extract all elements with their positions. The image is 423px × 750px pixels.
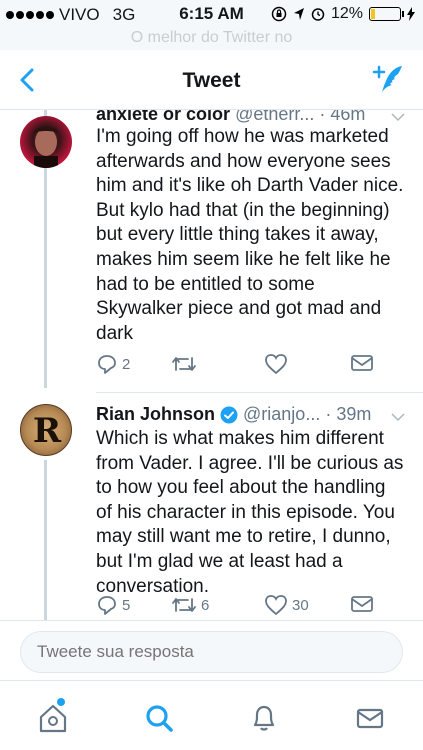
tweet[interactable]: R Rian Johnson @rianjo... · 39m Which is… xyxy=(0,392,423,620)
avatar[interactable] xyxy=(20,116,72,168)
reply-button[interactable]: 2 xyxy=(96,353,130,375)
tweet[interactable]: anxiete or color @etherr... · 46m I'm go… xyxy=(0,110,423,388)
tweet-time: · 46m xyxy=(319,110,366,124)
avatar-letter: R xyxy=(32,411,62,451)
reply-count: 2 xyxy=(122,355,131,373)
lock-rotation-icon xyxy=(271,6,287,22)
status-right: 12% xyxy=(271,5,415,23)
reply-icon xyxy=(98,596,116,615)
tweet-thread: anxiete or color @etherr... · 46m I'm go… xyxy=(0,110,423,620)
retweet-count: 6 xyxy=(201,596,210,614)
location-icon xyxy=(293,8,304,20)
charging-icon xyxy=(407,7,415,21)
author-name[interactable]: anxiete or color xyxy=(96,110,230,124)
verified-badge-icon xyxy=(220,406,238,423)
status-bar: VIVO 3G 6:15 AM 12% xyxy=(0,0,423,28)
message-button[interactable] xyxy=(350,353,374,373)
reply-count: 5 xyxy=(122,596,131,614)
home-icon xyxy=(39,704,67,733)
like-button[interactable]: 30 xyxy=(264,594,309,616)
tweet-time: · 39m xyxy=(325,404,372,424)
heart-icon xyxy=(265,354,287,375)
compose-tweet-icon[interactable] xyxy=(371,64,405,94)
messages-icon xyxy=(356,708,384,729)
reply-icon xyxy=(98,355,116,374)
avatar[interactable]: R xyxy=(20,404,72,456)
tab-bar xyxy=(0,680,423,750)
battery-icon xyxy=(369,7,404,21)
notifications-icon xyxy=(253,705,275,731)
tab-messages[interactable] xyxy=(353,701,387,735)
tweet-actions: 2 xyxy=(96,353,386,377)
author-name[interactable]: Rian Johnson xyxy=(96,404,215,425)
like-count: 30 xyxy=(292,596,309,614)
reply-button[interactable]: 5 xyxy=(96,594,130,616)
envelope-icon xyxy=(351,596,373,612)
tweet-text: I'm going off how he was marketed afterw… xyxy=(96,126,404,344)
message-button[interactable] xyxy=(350,594,374,614)
heart-icon xyxy=(265,595,287,616)
tweet-actions: 5 6 30 xyxy=(96,594,386,618)
author-handle[interactable]: @etherr... xyxy=(235,110,314,124)
like-button[interactable] xyxy=(264,353,292,375)
tweet-text: Which is what makes him different from V… xyxy=(96,428,404,597)
chevron-down-icon[interactable] xyxy=(391,112,405,122)
page-title: Tweet xyxy=(182,69,241,92)
tab-notifications[interactable] xyxy=(247,701,281,735)
retweet-button[interactable]: 6 xyxy=(171,594,209,616)
tab-search[interactable] xyxy=(142,701,176,735)
chevron-down-icon[interactable] xyxy=(391,412,405,422)
envelope-icon xyxy=(351,355,373,371)
tab-home[interactable] xyxy=(36,698,70,735)
author-handle[interactable]: @rianjo... xyxy=(243,404,320,425)
search-icon xyxy=(146,705,173,732)
retweet-icon xyxy=(172,357,196,371)
tweet-header: anxiete or color @etherr... · 46m xyxy=(96,110,409,125)
reply-input[interactable] xyxy=(20,631,403,673)
tweet-header: Rian Johnson @rianjo... · 39m xyxy=(96,404,409,425)
banner-text: O melhor do Twitter no xyxy=(0,28,423,50)
notification-dot xyxy=(57,698,65,706)
alarm-icon xyxy=(311,8,325,21)
retweet-button[interactable] xyxy=(171,353,201,375)
reply-bar xyxy=(0,620,423,680)
retweet-icon xyxy=(172,598,196,612)
nav-bar: Tweet xyxy=(0,50,423,110)
battery-percent: 12% xyxy=(330,5,363,22)
